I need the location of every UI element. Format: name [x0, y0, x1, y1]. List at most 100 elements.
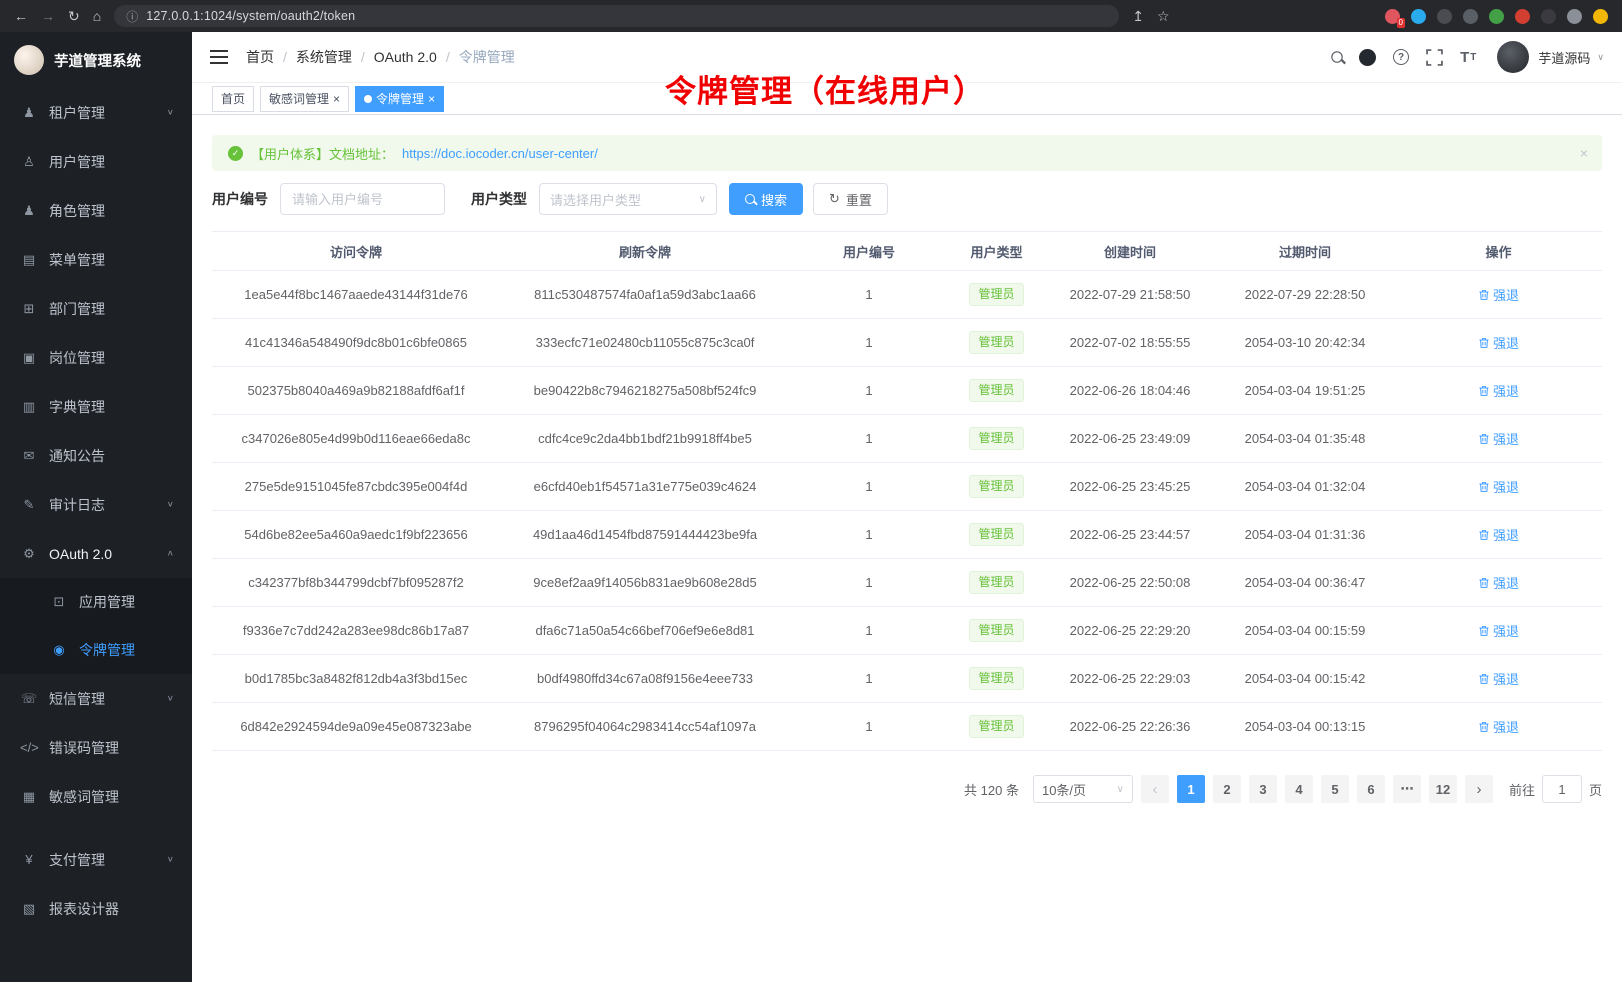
- sidebar-item[interactable]: ¥ 支付管理 ∨: [0, 835, 192, 884]
- trash-icon: [1478, 721, 1490, 733]
- font-size-icon[interactable]: TT: [1460, 49, 1476, 66]
- sidebar-item[interactable]: ✉ 通知公告: [0, 431, 192, 480]
- github-icon[interactable]: [1359, 49, 1376, 66]
- user-avatar[interactable]: [1497, 41, 1529, 73]
- sidebar-item[interactable]: ▧ 报表设计器: [0, 884, 192, 933]
- reset-button[interactable]: ↻ 重置: [813, 183, 888, 215]
- help-icon[interactable]: ?: [1393, 49, 1409, 65]
- breadcrumb-item[interactable]: 令牌管理: [459, 47, 515, 67]
- page-button[interactable]: 5: [1321, 775, 1349, 803]
- sidebar-item[interactable]: ✎ 审计日志 ∨: [0, 480, 192, 529]
- sidebar-item[interactable]: ▣ 岗位管理: [0, 333, 192, 382]
- browser-extension-icon[interactable]: [1411, 9, 1426, 24]
- page-size-select[interactable]: 10条/页 ∨: [1033, 775, 1133, 803]
- sidebar-item[interactable]: ▤ 菜单管理: [0, 235, 192, 284]
- search-icon[interactable]: [1332, 52, 1342, 62]
- alert-close-icon[interactable]: ×: [1580, 145, 1588, 161]
- browser-extension-icon[interactable]: [1515, 9, 1530, 24]
- browser-extension-icon[interactable]: 0: [1385, 9, 1400, 24]
- sidebar-item[interactable]: ▦ 敏感词管理: [0, 772, 192, 821]
- sidebar: 芋道管理系统 ♟ 租户管理 ∨ ♙ 用户管理 ♟ 角色管理: [0, 32, 192, 982]
- force-logout-button[interactable]: 强退: [1478, 381, 1519, 400]
- create-time-cell: 2022-06-25 23:45:25: [1045, 479, 1215, 494]
- close-icon[interactable]: ×: [428, 93, 435, 105]
- share-icon[interactable]: ↥: [1132, 9, 1144, 23]
- page-button[interactable]: 4: [1285, 775, 1313, 803]
- page-button[interactable]: 3: [1249, 775, 1277, 803]
- expire-time-cell: 2054-03-10 20:42:34: [1215, 335, 1395, 350]
- user-type-select[interactable]: 请选择用户类型 ∨: [539, 183, 717, 215]
- view-tab[interactable]: 敏感词管理 ×: [260, 86, 349, 112]
- sidebar-item-label: 敏感词管理: [49, 787, 119, 807]
- user-type-cell: 管理员: [948, 571, 1045, 593]
- search-button[interactable]: 搜索: [729, 183, 803, 215]
- sidebar-item[interactable]: </> 错误码管理: [0, 723, 192, 772]
- force-logout-button[interactable]: 强退: [1478, 285, 1519, 304]
- address-bar[interactable]: ⓘ 127.0.0.1:1024/system/oauth2/token: [114, 5, 1119, 27]
- user-id-input[interactable]: [280, 183, 445, 215]
- force-logout-button[interactable]: 强退: [1478, 621, 1519, 640]
- sidebar-item[interactable]: ⊞ 部门管理: [0, 284, 192, 333]
- user-type-badge: 管理员: [969, 523, 1023, 545]
- access-token-cell: f9336e7c7dd242a283ee98dc86b17a87: [212, 623, 500, 638]
- sidebar-item[interactable]: ⊡ 应用管理: [0, 578, 192, 626]
- sidebar-item-icon: ⊡: [50, 594, 68, 610]
- forward-icon[interactable]: →: [41, 9, 55, 23]
- sidebar-item[interactable]: ♟ 角色管理: [0, 186, 192, 235]
- trash-icon: [1478, 433, 1490, 445]
- force-logout-button[interactable]: 强退: [1478, 333, 1519, 352]
- sidebar-item[interactable]: ◉ 令牌管理: [0, 626, 192, 674]
- breadcrumb-item[interactable]: 系统管理: [296, 47, 374, 67]
- browser-extension-icon[interactable]: [1593, 9, 1608, 24]
- browser-extension-icon[interactable]: [1489, 9, 1504, 24]
- page-button[interactable]: 12: [1429, 775, 1457, 803]
- browser-extension-icon[interactable]: [1437, 9, 1452, 24]
- page-button[interactable]: 6: [1357, 775, 1385, 803]
- view-tab[interactable]: 首页 ×: [212, 86, 254, 112]
- view-tab[interactable]: 令牌管理 ×: [355, 86, 444, 112]
- prev-page-button[interactable]: ‹: [1141, 775, 1169, 803]
- breadcrumb-item[interactable]: 首页: [246, 47, 296, 67]
- refresh-token-cell: e6cfd40eb1f54571a31e775e039c4624: [500, 479, 790, 494]
- browser-extension-icon[interactable]: [1541, 9, 1556, 24]
- table-row: 1ea5e44f8bc1467aaede43144f31de76 811c530…: [212, 271, 1602, 319]
- doc-link[interactable]: https://doc.iocoder.cn/user-center/: [402, 146, 598, 161]
- back-icon[interactable]: ←: [14, 9, 28, 23]
- sidebar-item[interactable]: ☏ 短信管理 ∨: [0, 674, 192, 723]
- create-time-cell: 2022-06-25 22:50:08: [1045, 575, 1215, 590]
- sidebar-item[interactable]: ▥ 字典管理: [0, 382, 192, 431]
- force-logout-button[interactable]: 强退: [1478, 717, 1519, 736]
- user-id-cell: 1: [790, 383, 948, 398]
- bookmark-star-icon[interactable]: ☆: [1157, 9, 1170, 23]
- breadcrumb-item[interactable]: OAuth 2.0: [374, 49, 459, 65]
- force-logout-button[interactable]: 强退: [1478, 477, 1519, 496]
- reload-icon[interactable]: ↻: [68, 9, 80, 23]
- page-button[interactable]: 1: [1177, 775, 1205, 803]
- sidebar-item[interactable]: ♟ 租户管理 ∨: [0, 88, 192, 137]
- force-logout-label: 强退: [1493, 717, 1519, 736]
- browser-extension-icon[interactable]: [1567, 9, 1582, 24]
- force-logout-label: 强退: [1493, 429, 1519, 448]
- sidebar-collapse-icon[interactable]: [210, 56, 228, 58]
- page-button[interactable]: ⋯: [1393, 775, 1421, 803]
- access-token-cell: 275e5de9151045fe87cbdc395e004f4d: [212, 479, 500, 494]
- close-icon[interactable]: ×: [333, 93, 340, 105]
- force-logout-button[interactable]: 强退: [1478, 669, 1519, 688]
- browser-extension-icon[interactable]: [1463, 9, 1478, 24]
- refresh-token-cell: 49d1aa46d1454fbd87591444423be9fa: [500, 527, 790, 542]
- home-icon[interactable]: ⌂: [93, 9, 101, 23]
- force-logout-button[interactable]: 强退: [1478, 573, 1519, 592]
- user-type-badge: 管理员: [969, 571, 1023, 593]
- user-name[interactable]: 芋道源码: [1538, 48, 1590, 67]
- goto-page-input[interactable]: [1542, 775, 1582, 803]
- sidebar-item[interactable]: ⚙ OAuth 2.0 ∧: [0, 529, 192, 578]
- sidebar-item[interactable]: ♙ 用户管理: [0, 137, 192, 186]
- column-header: 操作: [1395, 242, 1602, 261]
- force-logout-button[interactable]: 强退: [1478, 525, 1519, 544]
- doc-alert: ✓ 【用户体系】文档地址： https://doc.iocoder.cn/use…: [212, 135, 1602, 171]
- info-icon[interactable]: ⓘ: [126, 8, 138, 25]
- next-page-button[interactable]: ›: [1465, 775, 1493, 803]
- page-button[interactable]: 2: [1213, 775, 1241, 803]
- fullscreen-icon[interactable]: [1426, 49, 1443, 66]
- force-logout-button[interactable]: 强退: [1478, 429, 1519, 448]
